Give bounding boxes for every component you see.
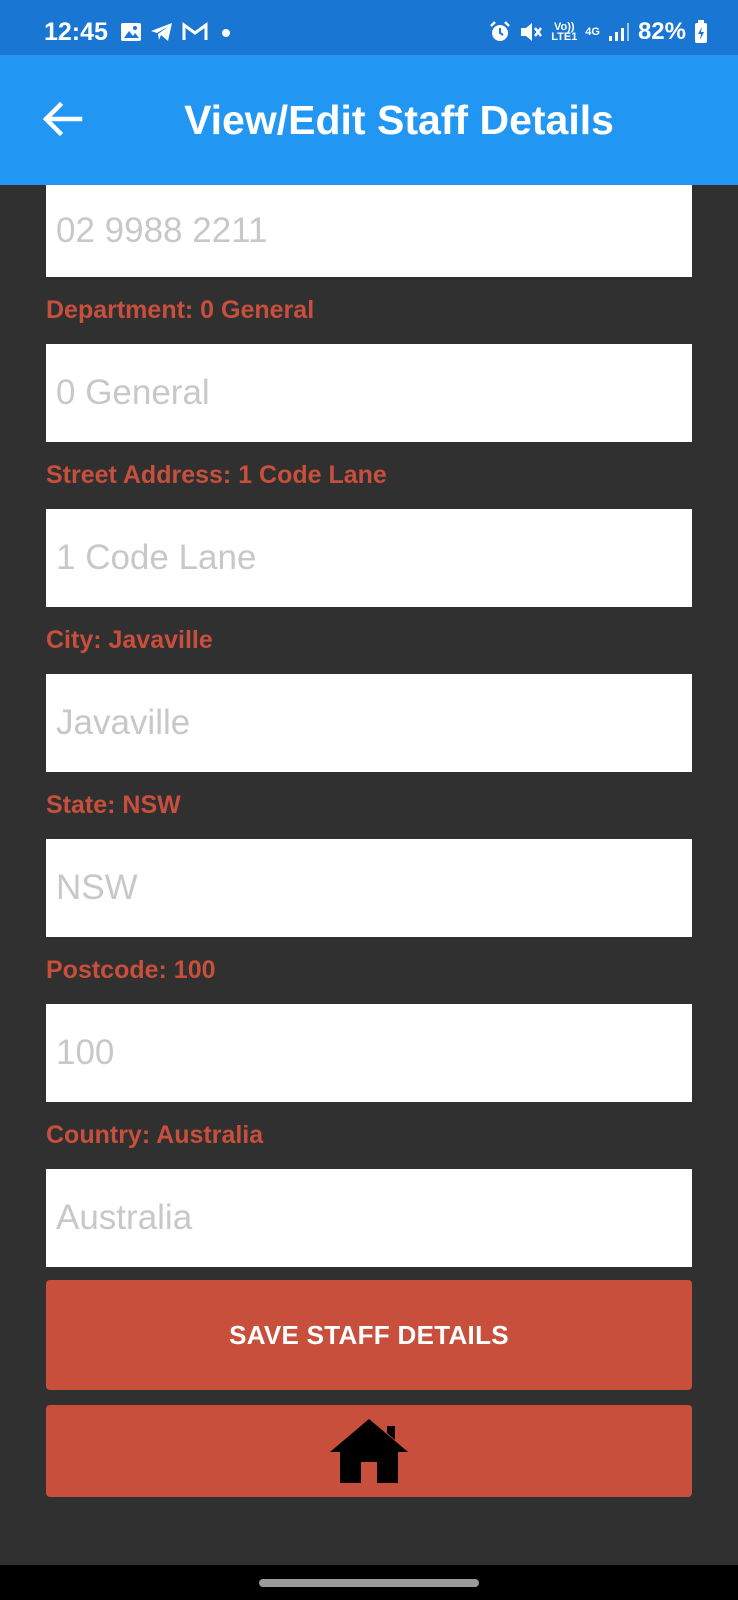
- phone-input[interactable]: [46, 185, 692, 277]
- state-label: State: NSW: [46, 791, 181, 819]
- city-input[interactable]: [46, 674, 692, 772]
- status-bar: 12:45 Vo)) LTE1 4G 82%: [0, 0, 738, 55]
- network-type: 4G: [585, 26, 600, 38]
- battery-percent: 82%: [637, 18, 686, 45]
- status-time: 12:45: [44, 18, 108, 46]
- page-title: View/Edit Staff Details: [184, 97, 614, 143]
- postcode-input[interactable]: [46, 1004, 692, 1102]
- notification-icons: [120, 22, 236, 42]
- mute-icon: [521, 23, 543, 41]
- department-input[interactable]: [46, 344, 692, 442]
- home-button[interactable]: [46, 1405, 692, 1497]
- gallery-icon: [121, 23, 141, 41]
- country-label: Country: Australia: [46, 1121, 264, 1149]
- country-input[interactable]: [46, 1169, 692, 1267]
- home-gesture-handle[interactable]: [259, 1579, 479, 1587]
- city-label: City: Javaville: [46, 626, 213, 654]
- home-icon: [330, 1419, 408, 1483]
- street-address-input[interactable]: [46, 509, 692, 607]
- system-navigation-bar: [0, 1565, 738, 1600]
- postcode-label: Postcode: 100: [46, 956, 216, 984]
- staff-form: Department: 0 General Street Address: 1 …: [46, 185, 692, 1267]
- dot-icon: [222, 29, 230, 37]
- street-address-label: Street Address: 1 Code Lane: [46, 461, 387, 489]
- volte-indicator: Vo)) LTE1: [551, 21, 578, 43]
- signal-icon: [608, 23, 629, 41]
- alarm-icon: [490, 21, 511, 41]
- telegram-icon: [151, 23, 172, 41]
- state-input[interactable]: [46, 839, 692, 937]
- department-label: Department: 0 General: [46, 296, 315, 324]
- gmail-icon: [182, 22, 208, 40]
- app-bar: View/Edit Staff Details: [0, 55, 738, 185]
- save-staff-details-button[interactable]: SAVE STAFF DETAILS: [46, 1280, 692, 1390]
- battery-icon: [695, 20, 707, 43]
- system-status: Vo)) LTE1 4G 82%: [489, 18, 708, 46]
- save-button-label: SAVE STAFF DETAILS: [229, 1319, 509, 1350]
